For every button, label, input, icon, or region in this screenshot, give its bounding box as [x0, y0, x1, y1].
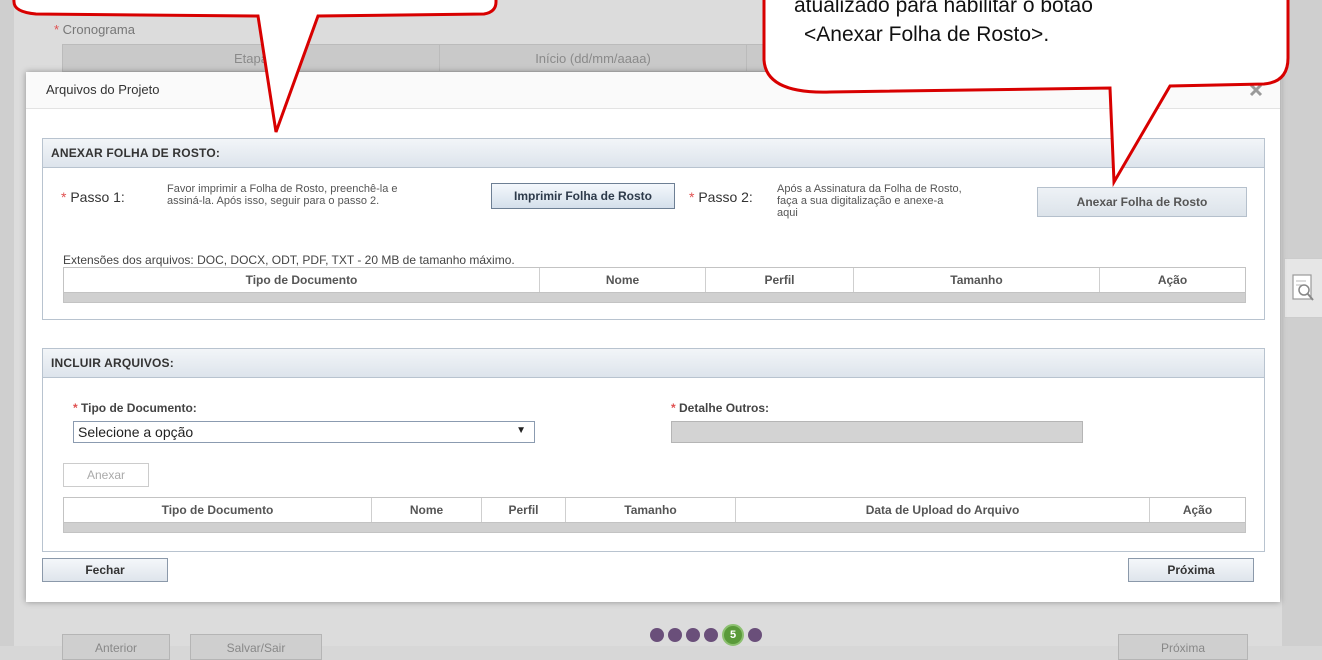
col-acao: Ação — [1182, 503, 1213, 517]
step1-text: Favor imprimir a Folha de Rosto, preench… — [167, 183, 398, 207]
include-files-section: INCLUIR ARQUIVOS: * Tipo de Documento: S… — [42, 348, 1265, 552]
cover-sheet-table: Tipo de Documento Nome Perfil Tamanho Aç… — [63, 267, 1246, 303]
col-tipo-documento: Tipo de Documento — [64, 268, 540, 292]
detalhe-outros-label: * Detalhe Outros: — [671, 401, 770, 415]
col-perfil: Perfil — [482, 498, 566, 522]
col-perfil: Perfil — [706, 268, 854, 292]
print-cover-sheet-button[interactable]: Imprimir Folha de Rosto — [491, 183, 675, 209]
anexar-button[interactable]: Anexar — [63, 463, 149, 487]
side-search-button[interactable] — [1284, 258, 1322, 318]
left-callout — [0, 0, 500, 140]
table-header: Tipo de Documento Nome Perfil Tamanho Da… — [64, 498, 1245, 522]
col-tipo-documento: Tipo de Documento — [64, 498, 372, 522]
step-dot — [650, 628, 664, 642]
table-header: Tipo de Documento Nome Perfil Tamanho Aç… — [64, 268, 1245, 292]
proxima-button[interactable]: Próxima — [1128, 558, 1254, 582]
anterior-button[interactable]: Anterior — [62, 634, 170, 660]
step-progress: 5 — [650, 624, 762, 646]
step-dot — [748, 628, 762, 642]
table-footer — [64, 522, 1245, 532]
col-tamanho: Tamanho — [854, 268, 1100, 292]
background-proxima-button[interactable]: Próxima — [1118, 634, 1248, 660]
step1-label: * Passo 1: — [61, 189, 125, 205]
col-tamanho: Tamanho — [566, 498, 736, 522]
step-dot — [686, 628, 700, 642]
salvar-sair-button[interactable]: Salvar/Sair — [190, 634, 322, 660]
dropdown-arrow-icon: ▼ — [516, 425, 526, 436]
col-nome: Nome — [540, 268, 706, 292]
step-dot — [704, 628, 718, 642]
extensions-info: Extensões dos arquivos: DOC, DOCX, ODT, … — [63, 253, 515, 267]
callout-text-line2: <Anexar Folha de Rosto>. — [804, 23, 1050, 46]
table-footer — [64, 292, 1245, 302]
magnifier-icon — [1292, 274, 1314, 301]
section-title: INCLUIR ARQUIVOS: — [43, 349, 1264, 378]
col-nome: Nome — [372, 498, 482, 522]
select-value: Selecione a opção — [78, 424, 194, 440]
callout-text-line1: atualizado para habilitar o botão — [794, 0, 1093, 17]
fechar-button[interactable]: Fechar — [42, 558, 168, 582]
step2-label: * Passo 2: — [689, 189, 753, 205]
tipo-documento-select[interactable]: Selecione a opção ▼ — [73, 421, 535, 443]
files-table: Tipo de Documento Nome Perfil Tamanho Da… — [63, 497, 1246, 533]
detalhe-outros-input[interactable] — [671, 421, 1083, 443]
col-acao: Ação — [1157, 273, 1188, 287]
right-callout: atualizado para habilitar o botão <Anexa… — [760, 0, 1300, 190]
tipo-documento-label: * Tipo de Documento: — [73, 401, 197, 415]
attach-cover-sheet-button[interactable]: Anexar Folha de Rosto — [1037, 187, 1247, 217]
col-data-upload: Data de Upload do Arquivo — [736, 498, 1150, 522]
step-dot — [668, 628, 682, 642]
current-step-dot: 5 — [722, 624, 744, 646]
callout-bubble-left — [12, 0, 498, 133]
